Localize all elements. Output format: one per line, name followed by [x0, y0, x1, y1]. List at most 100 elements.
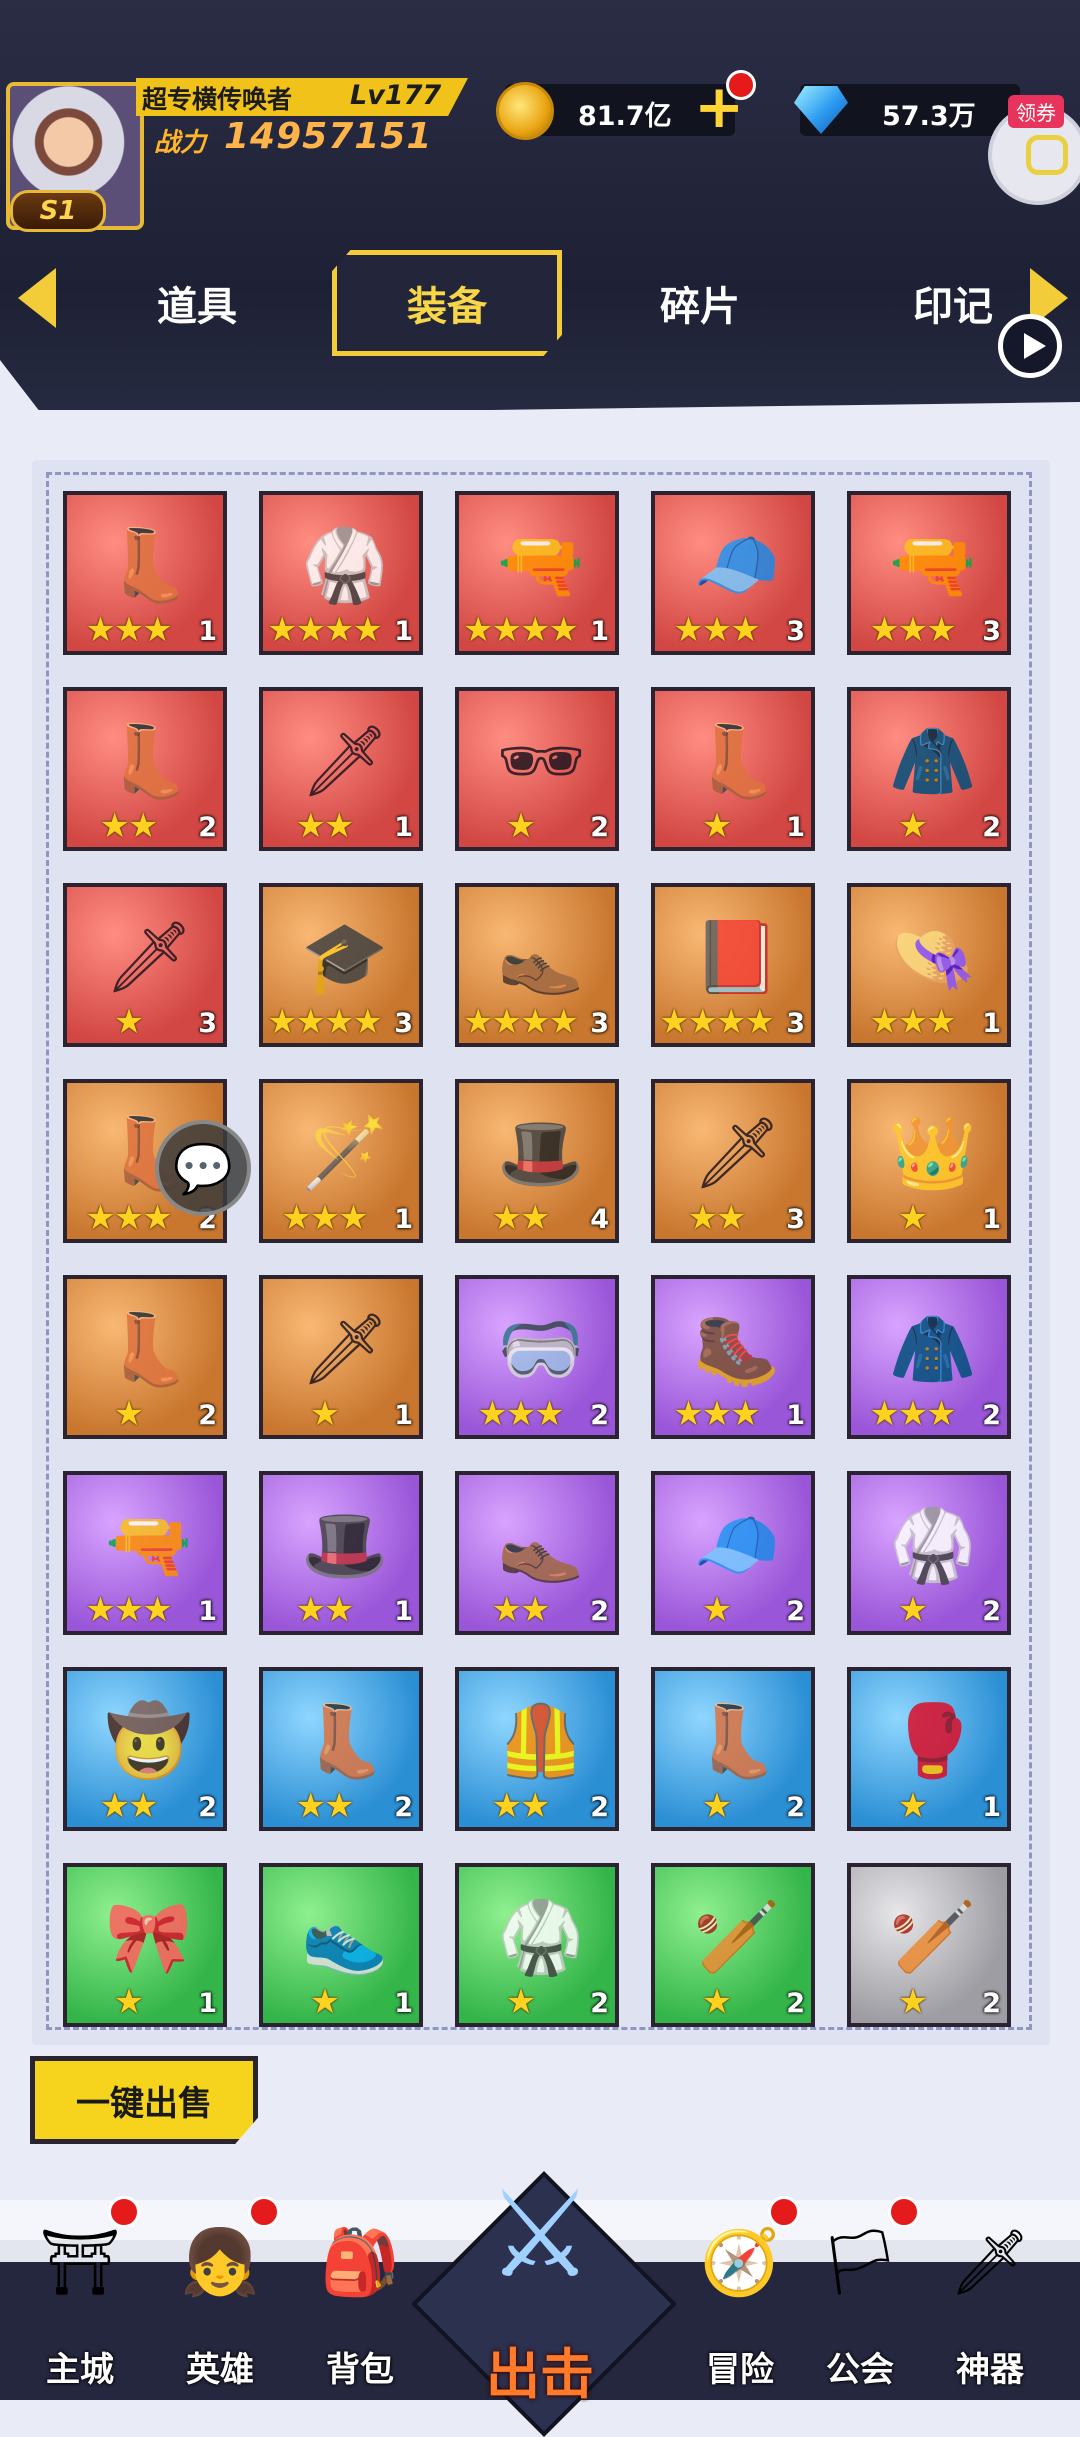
inventory-item-magic-book[interactable]: 📕 ★★★★ 3	[651, 883, 815, 1047]
item-count: 1	[394, 1596, 413, 1627]
item-count: 2	[982, 1400, 1001, 1431]
inventory-item-karate-gi[interactable]: 🥋 ★ 2	[455, 1863, 619, 2027]
inventory-item-work-boots[interactable]: 🥾 ★★★ 1	[651, 1275, 815, 1439]
item-count: 1	[394, 1400, 413, 1431]
item-count: 2	[590, 1988, 609, 2019]
inventory-item-scepter[interactable]: 🪄 ★★★ 1	[259, 1079, 423, 1243]
nav-adventure[interactable]: 🧭 冒险	[680, 2196, 800, 2400]
cowboy-hat-icon: 🤠	[105, 1699, 193, 1782]
inventory-item-sheriff-vest[interactable]: 🦺 ★★ 2	[455, 1667, 619, 1831]
inventory-item-black-shoes[interactable]: 👞 ★★★★ 3	[455, 883, 619, 1047]
inventory-item-official-hat[interactable]: 🎩 ★★ 1	[259, 1471, 423, 1635]
inventory-item-jacket[interactable]: 🧥 ★★★ 2	[847, 1275, 1011, 1439]
nav-backpack[interactable]: 🎒 背包	[300, 2196, 420, 2400]
item-count: 1	[198, 616, 217, 647]
item-count: 3	[198, 1008, 217, 1039]
inventory-item-buster-sword[interactable]: 🗡 ★ 3	[63, 883, 227, 1047]
inventory-item-rapier[interactable]: 🗡 ★ 1	[259, 1275, 423, 1439]
rapier-icon: 🗡	[300, 1307, 390, 1390]
inventory-item-white-boots[interactable]: 👢 ★ 2	[651, 1667, 815, 1831]
inventory-item-headband[interactable]: 🎀 ★ 1	[63, 1863, 227, 2027]
item-stars: ★	[505, 1982, 536, 2022]
item-stars: ★	[113, 1394, 144, 1434]
tab-prev-arrow-icon[interactable]	[18, 268, 56, 328]
inventory-item-pistol[interactable]: 🔫 ★★★ 3	[847, 491, 1011, 655]
nav-label: 背包	[326, 2350, 394, 2390]
nav-label: 公会	[826, 2350, 894, 2390]
item-stars: ★★★	[673, 1394, 760, 1434]
item-stars: ★★★	[281, 1198, 368, 1238]
nav-label: 英雄	[186, 2350, 254, 2390]
inventory-item-goggles[interactable]: 🥽 ★★★ 2	[455, 1275, 619, 1439]
white-boots-icon: 👢	[693, 1699, 781, 1782]
chat-bubble-icon[interactable]: 💬	[155, 1120, 251, 1216]
inventory-item-black-boots[interactable]: 👞 ★★ 2	[455, 1471, 619, 1635]
scepter-icon: 🪄	[301, 1111, 389, 1194]
wooden-club-icon: 🏏	[693, 1895, 781, 1978]
nav-artifact[interactable]: 🗡 神器	[930, 2196, 1050, 2400]
inventory-item-feather-crown[interactable]: 👑 ★ 1	[847, 1079, 1011, 1243]
inventory-item-military-uniform[interactable]: 🥋 ★ 2	[847, 1471, 1011, 1635]
item-count: 1	[982, 1008, 1001, 1039]
inventory-item-boots[interactable]: 👢 ★★★ 1	[63, 491, 227, 655]
inventory-item-steel-boots[interactable]: 👢 ★ 2	[63, 1275, 227, 1439]
nav-guild[interactable]: 🏳 公会	[800, 2196, 920, 2400]
item-stars: ★★	[491, 1198, 551, 1238]
inventory-item-long-sword[interactable]: 🗡 ★★ 3	[651, 1079, 815, 1243]
item-stars: ★	[113, 1002, 144, 1042]
inventory-item-dark-boots[interactable]: 👢 ★ 1	[651, 687, 815, 851]
inventory-item-revolver[interactable]: 🔫 ★★★ 1	[63, 1471, 227, 1635]
armor-icon: 🥋	[301, 523, 389, 606]
nav-label: 神器	[956, 2350, 1024, 2390]
item-count: 2	[198, 812, 217, 843]
inventory-item-armor[interactable]: 🥋 ★★★★ 1	[259, 491, 423, 655]
tab-fragments[interactable]: 碎片	[585, 250, 815, 356]
nav-label: 冒险	[706, 2350, 774, 2390]
inventory-item-coat[interactable]: 🧥 ★ 2	[847, 687, 1011, 851]
inventory-item-baseball-bat[interactable]: 🏏 ★ 2	[847, 1863, 1011, 2027]
gold-notification-dot	[726, 70, 756, 100]
vip-badge: S1	[10, 190, 106, 232]
item-count: 1	[198, 1988, 217, 2019]
nav-main-city[interactable]: ⛩ 主城	[20, 2196, 140, 2400]
power-label: 战力	[154, 128, 207, 158]
inventory-item-eyepatch[interactable]: 🕶 ★ 2	[455, 687, 619, 851]
play-video-icon[interactable]	[998, 314, 1062, 378]
inventory-item-red-boots[interactable]: 👢 ★★ 2	[63, 687, 227, 851]
camo-cap-icon: 🧢	[693, 1503, 781, 1586]
black-shoes-icon: 👞	[497, 915, 585, 998]
inventory-item-wooden-club[interactable]: 🏏 ★ 2	[651, 1863, 815, 2027]
gold-coin-icon	[496, 82, 554, 140]
notification-dot	[768, 2196, 800, 2228]
nav-heroes[interactable]: 👧 英雄	[160, 2196, 280, 2400]
pistol-icon: 🔫	[889, 523, 977, 606]
inventory-item-feather-hat[interactable]: 🎩 ★★ 4	[455, 1079, 619, 1243]
inventory-item-boxing-glove[interactable]: 🥊 ★ 1	[847, 1667, 1011, 1831]
inventory-item-camo-cap[interactable]: 🧢 ★ 2	[651, 1471, 815, 1635]
inventory-item-brown-boots[interactable]: 👢 ★★ 2	[259, 1667, 423, 1831]
tab-items[interactable]: 道具	[82, 250, 312, 356]
item-count: 3	[786, 616, 805, 647]
inventory-item-red-sword[interactable]: 🗡 ★★ 1	[259, 687, 423, 851]
inventory-item-cowboy-hat[interactable]: 🤠 ★★ 2	[63, 1667, 227, 1831]
inventory-item-sneakers[interactable]: 👟 ★ 1	[259, 1863, 423, 2027]
inventory-grid: 👢 ★★★ 1 🥋 ★★★★ 1 🔫 ★★★★ 1 🧢 ★★★ 3 🔫 ★★★ 3 👢 ★★ 2 🗡 ★★ 1 🕶 ★ 2 👢 ★…	[46, 472, 1032, 2030]
tab-equipment[interactable]: 装备	[332, 250, 562, 356]
coupon-button[interactable]: 领券	[988, 95, 1080, 215]
inventory-item-detective-hat[interactable]: 🧢 ★★★ 3	[651, 491, 815, 655]
sell-all-button[interactable]: 一键出售	[30, 2056, 258, 2144]
power-value: 14957151	[224, 116, 433, 157]
red-sword-icon: 🗡	[300, 719, 390, 802]
item-stars: ★★	[99, 806, 159, 846]
nav-battle[interactable]: ⚔ 出击	[411, 2150, 677, 2437]
item-count: 2	[590, 1400, 609, 1431]
sneakers-icon: 👟	[301, 1895, 389, 1978]
boxing-glove-icon: 🥊	[889, 1699, 977, 1782]
inventory-item-blaster[interactable]: 🔫 ★★★★ 1	[455, 491, 619, 655]
item-stars: ★	[505, 806, 536, 846]
item-stars: ★	[897, 1982, 928, 2022]
item-count: 2	[786, 1792, 805, 1823]
sheriff-vest-icon: 🦺	[497, 1699, 585, 1782]
inventory-item-purple-hat[interactable]: 👒 ★★★ 1	[847, 883, 1011, 1047]
inventory-item-graduation-cap[interactable]: 🎓 ★★★★ 3	[259, 883, 423, 1047]
